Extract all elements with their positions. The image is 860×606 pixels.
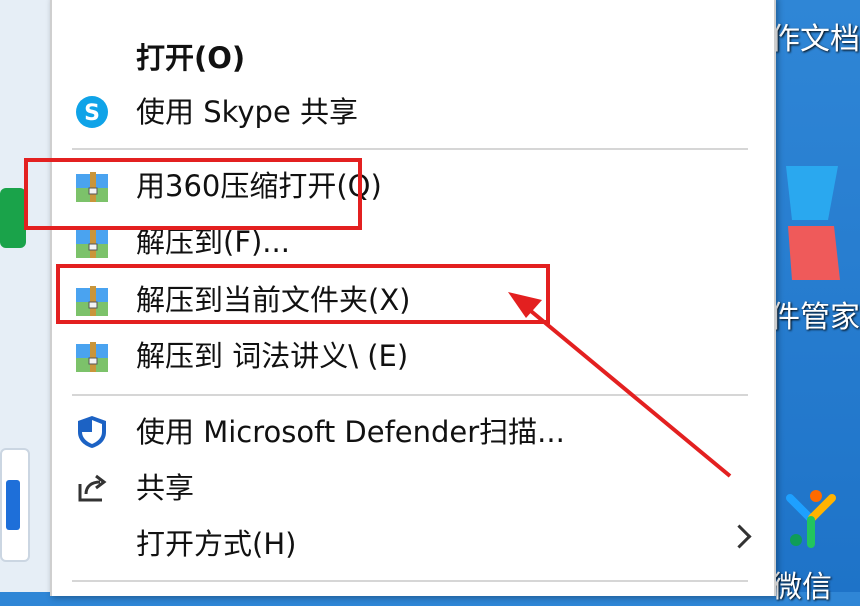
menu-item-extract-to-folder[interactable]: 解压到 词法讲义\ (E) bbox=[52, 328, 774, 380]
menu-item-label: 打开方式(H) bbox=[136, 527, 297, 561]
skype-icon: S bbox=[74, 94, 110, 130]
menu-item-open-with[interactable]: 打开方式(H) bbox=[52, 516, 774, 568]
zip-folder-icon bbox=[74, 338, 110, 374]
share-icon bbox=[74, 470, 110, 506]
desktop-left-strip bbox=[0, 0, 50, 592]
menu-item-defender-scan[interactable]: 使用 Microsoft Defender扫描... bbox=[52, 404, 774, 456]
menu-item-label: 打开(O) bbox=[136, 41, 246, 75]
defender-shield-icon bbox=[74, 414, 110, 450]
desktop-label-manager[interactable]: 件管家 bbox=[770, 292, 860, 336]
document-file-icon[interactable] bbox=[0, 448, 30, 562]
menu-item-label: 解压到 词法讲义\ (E) bbox=[136, 339, 409, 373]
menu-item-share[interactable]: 共享 bbox=[52, 460, 774, 512]
menu-item-label: 共享 bbox=[136, 471, 195, 505]
desktop-label-wechat[interactable]: 微信 bbox=[772, 562, 832, 606]
menu-item-open[interactable]: 打开(O) bbox=[52, 30, 774, 82]
desktop-label-docs[interactable]: 作文档 bbox=[770, 14, 860, 58]
menu-item-label: 使用 Skype 共享 bbox=[136, 95, 359, 129]
menu-separator bbox=[72, 148, 748, 150]
svg-text:S: S bbox=[84, 101, 100, 126]
green-app-icon[interactable] bbox=[0, 188, 26, 248]
desktop-app-icon-blue-red[interactable] bbox=[778, 160, 848, 290]
menu-separator bbox=[72, 394, 748, 396]
highlight-box-360-open bbox=[24, 158, 362, 230]
highlight-box-extract-here bbox=[56, 264, 550, 324]
menu-item-skype-share[interactable]: S 使用 Skype 共享 bbox=[52, 84, 774, 136]
menu-separator bbox=[72, 580, 748, 582]
chevron-right-icon bbox=[727, 524, 752, 549]
desktop-app-icon-colorful[interactable] bbox=[776, 488, 846, 552]
menu-item-label: 使用 Microsoft Defender扫描... bbox=[136, 415, 565, 449]
